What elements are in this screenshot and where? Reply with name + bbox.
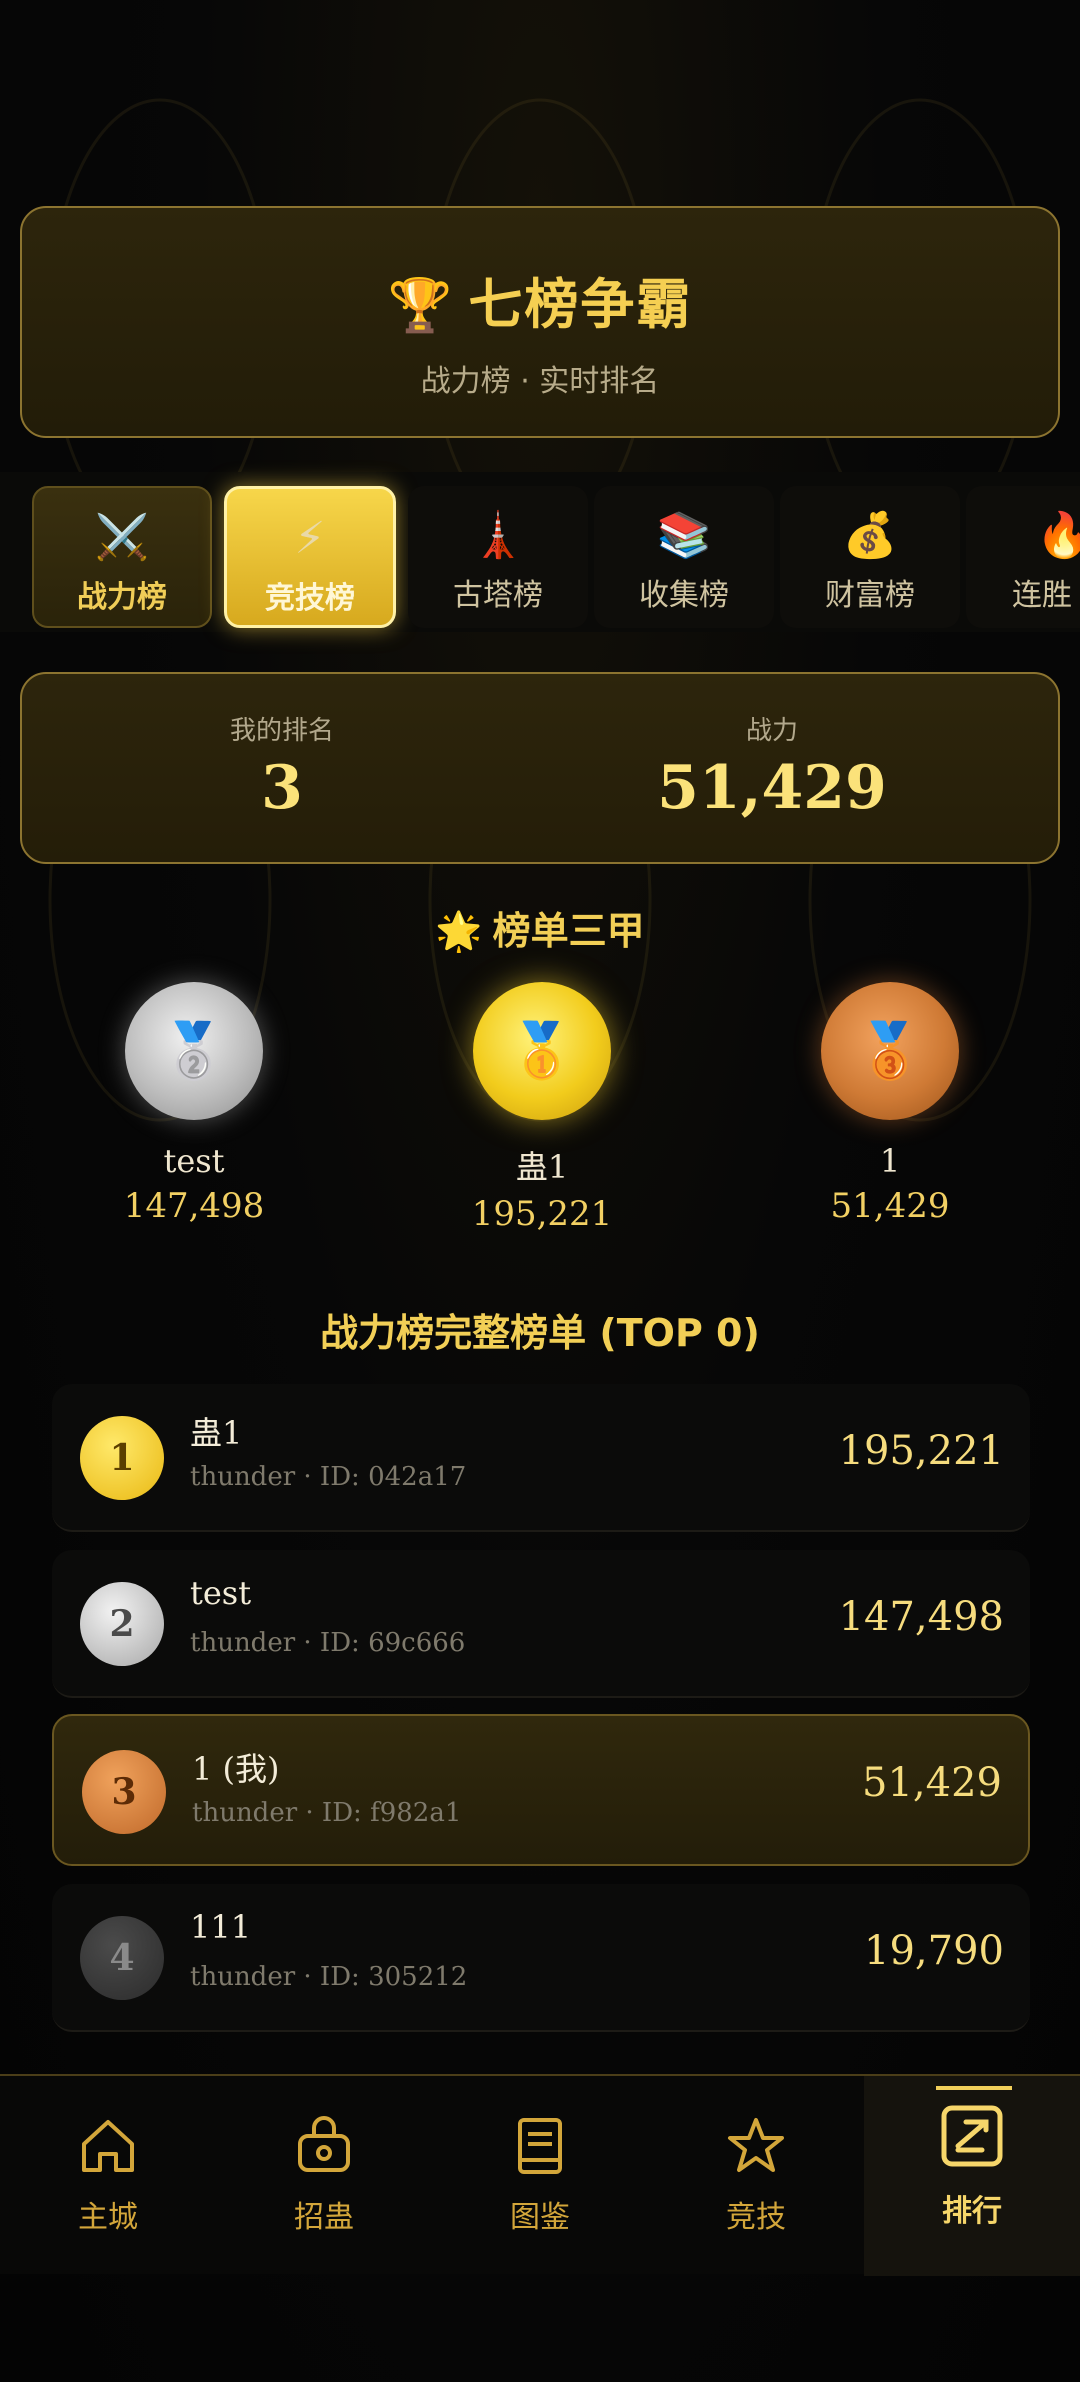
- header-card: 🏆 七榜争霸 战力榜 · 实时排名: [20, 206, 1060, 438]
- books-icon: 📚: [656, 510, 712, 561]
- my-power-value: 51,429: [657, 753, 887, 823]
- star-icon: [728, 2118, 784, 2172]
- player-id: thunder · ID: 042a17: [190, 1462, 467, 1492]
- table-row-me[interactable]: 3 1 (我) thunder · ID: f982a1 51,429: [52, 1714, 1030, 1866]
- player-id: thunder · ID: 305212: [190, 1962, 468, 1992]
- player-score: 19,790: [864, 1928, 1004, 1974]
- nav-arena[interactable]: 竞技: [648, 2076, 864, 2276]
- tab-wealth[interactable]: 💰 财富榜: [780, 486, 960, 628]
- podium-third[interactable]: 🥉 1 51,429: [760, 982, 1020, 1226]
- table-row[interactable]: 4 111 thunder · ID: 305212 19,790: [52, 1884, 1030, 2032]
- fire-icon: 🔥: [1036, 510, 1080, 561]
- ranking-page: { "header": { "trophy_icon": "🏆", "title…: [0, 0, 1080, 2382]
- tower-icon: 🗼: [470, 510, 526, 561]
- player-name: 蛊1: [190, 1414, 243, 1452]
- list-title: 战力榜完整榜单 (TOP 0): [320, 1311, 760, 1355]
- lightning-icon: ⚡: [294, 513, 326, 564]
- tab-power[interactable]: ⚔️ 战力榜: [32, 486, 212, 628]
- home-icon: [82, 2120, 134, 2172]
- rank-badge: 1: [80, 1416, 164, 1500]
- rank-badge: 3: [82, 1750, 166, 1834]
- bag-icon: [298, 2116, 350, 2172]
- rank-badge: 2: [80, 1582, 164, 1666]
- player-id: thunder · ID: f982a1: [192, 1798, 462, 1828]
- my-rank: 我的排名 3: [62, 710, 502, 823]
- podium-second[interactable]: 🥈 test 147,498: [64, 982, 324, 1226]
- nav-label: 图鉴: [510, 2200, 570, 2235]
- my-power-label: 战力: [745, 716, 798, 746]
- category-tabs: ⚔️ 战力榜 ⚡ 竞技榜 🗼 古塔榜 📚 收集榜 💰 财富榜 🔥 连胜: [0, 472, 1080, 632]
- my-rank-label: 我的排名: [229, 716, 334, 746]
- nav-label: 主城: [78, 2200, 138, 2235]
- player-score: 147,498: [838, 1594, 1004, 1640]
- player-name: test: [190, 1574, 252, 1612]
- tab-collection[interactable]: 📚 收集榜: [594, 486, 774, 628]
- podium-score: 51,429: [830, 1186, 950, 1226]
- player-name: 111: [190, 1908, 252, 1946]
- bottom-nav: 主城 招蛊 图鉴 竞技 排行: [0, 2074, 1080, 2276]
- nav-home[interactable]: 主城: [0, 2076, 216, 2276]
- podium-name: 1: [879, 1142, 901, 1180]
- tab-tower[interactable]: 🗼 古塔榜: [408, 486, 588, 628]
- money-bag-icon: 💰: [842, 510, 898, 561]
- tab-label: 古塔榜: [453, 578, 543, 613]
- tab-streak[interactable]: 🔥 连胜: [966, 486, 1080, 628]
- podium-name: 蛊1: [515, 1148, 569, 1186]
- book-icon: [518, 2118, 562, 2174]
- table-row[interactable]: 2 test thunder · ID: 69c666 147,498: [52, 1550, 1030, 1698]
- crossed-swords-icon: ⚔️: [94, 512, 150, 563]
- player-score: 51,429: [862, 1760, 1002, 1806]
- my-rank-value: 3: [261, 753, 303, 823]
- podium-first[interactable]: 🥇 蛊1 195,221: [412, 982, 672, 1234]
- player-id: thunder · ID: 69c666: [190, 1628, 466, 1658]
- player-name: 1 (我): [192, 1750, 280, 1788]
- tab-label: 财富榜: [825, 578, 915, 613]
- podium-title-text: 榜单三甲: [492, 909, 645, 953]
- rank-badge: 4: [80, 1916, 164, 2000]
- ranking-icon: [941, 2105, 1003, 2167]
- tab-label: 竞技榜: [265, 581, 355, 616]
- table-row[interactable]: 1 蛊1 thunder · ID: 042a17 195,221: [52, 1384, 1030, 1532]
- gold-medal-icon: 🥇: [473, 982, 611, 1120]
- podium-name: test: [163, 1142, 225, 1180]
- podium-score: 195,221: [471, 1194, 613, 1234]
- podium-title: 🌟 榜单三甲: [0, 900, 1080, 955]
- player-score: 195,221: [838, 1428, 1004, 1474]
- trophy-icon: 🏆: [387, 275, 455, 336]
- nav-codex[interactable]: 图鉴: [432, 2076, 648, 2276]
- active-indicator: [936, 2086, 1012, 2090]
- my-rank-card: 我的排名 3 战力 51,429: [20, 672, 1060, 864]
- star-icon: 🌟: [435, 909, 483, 953]
- bronze-medal-icon: 🥉: [821, 982, 959, 1120]
- page-title: 🏆 七榜争霸: [22, 260, 1058, 339]
- nav-summon[interactable]: 招蛊: [216, 2076, 432, 2276]
- tab-label: 收集榜: [639, 578, 729, 613]
- nav-label: 招蛊: [294, 2200, 354, 2235]
- page-title-text: 七榜争霸: [468, 272, 693, 336]
- nav-label: 排行: [942, 2194, 1002, 2229]
- tab-arena[interactable]: ⚡ 竞技榜: [224, 486, 396, 628]
- page-subtitle: 战力榜 · 实时排名: [420, 364, 660, 399]
- tab-label: 战力榜: [77, 580, 167, 615]
- nav-ranking[interactable]: 排行: [864, 2076, 1080, 2276]
- tab-label: 连胜: [1012, 578, 1072, 613]
- my-power: 战力 51,429: [552, 710, 992, 823]
- silver-medal-icon: 🥈: [125, 982, 263, 1120]
- nav-label: 竞技: [726, 2200, 786, 2235]
- podium-score: 147,498: [123, 1186, 265, 1226]
